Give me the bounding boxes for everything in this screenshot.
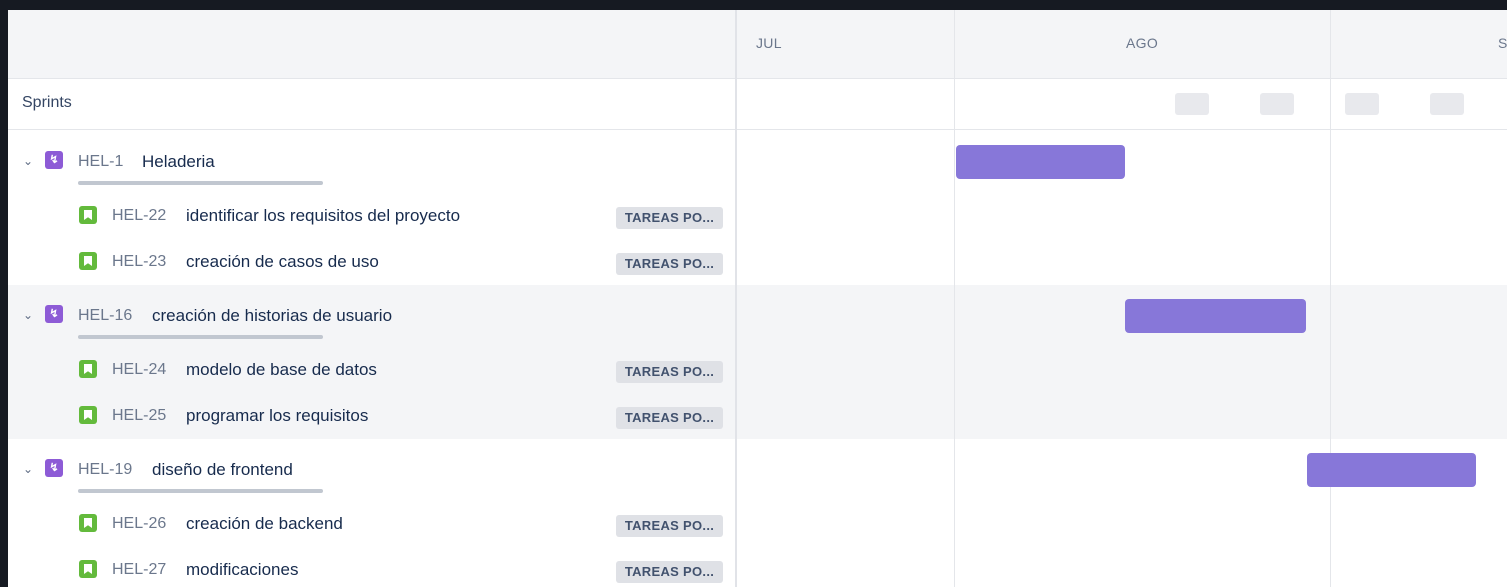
epic-timeline-bar[interactable]: [1307, 453, 1476, 487]
epic-key[interactable]: HEL-16: [78, 307, 132, 325]
sprint-marker[interactable]: [1175, 93, 1209, 115]
epic-timeline-bar[interactable]: [956, 145, 1125, 179]
story-title[interactable]: programar los requisitos: [186, 406, 368, 426]
story-title[interactable]: modificaciones: [186, 560, 298, 580]
epic-bolt-icon: ↯: [45, 151, 63, 169]
sprints-label: Sprints: [22, 94, 72, 111]
story-title[interactable]: identificar los requisitos del proyecto: [186, 206, 460, 226]
story-key[interactable]: HEL-25: [112, 407, 166, 425]
sprint-marker[interactable]: [1260, 93, 1294, 115]
month-divider: [1330, 10, 1331, 587]
epic-row[interactable]: ⌄ ↯ HEL-1 Heladeria: [8, 141, 735, 187]
story-key[interactable]: HEL-22: [112, 207, 166, 225]
month-divider: [954, 10, 955, 587]
roadmap-board: JUL AGO S Sprints ⌄ ↯ HEL-1 Heladeria HE…: [8, 10, 1507, 587]
story-title[interactable]: creación de backend: [186, 514, 343, 534]
epic-title[interactable]: creación de historias de usuario: [152, 306, 392, 326]
epic-progress-bar: [78, 181, 323, 185]
story-row[interactable]: HEL-25 programar los requisitos TAREAS P…: [8, 395, 735, 441]
status-badge[interactable]: TAREAS PO...: [616, 361, 723, 383]
chevron-down-icon[interactable]: ⌄: [20, 307, 36, 323]
story-row[interactable]: HEL-22 identificar los requisitos del pr…: [8, 195, 735, 241]
status-badge[interactable]: TAREAS PO...: [616, 407, 723, 429]
epic-key[interactable]: HEL-1: [78, 153, 123, 171]
epic-title[interactable]: diseño de frontend: [152, 460, 293, 480]
story-key[interactable]: HEL-24: [112, 361, 166, 379]
story-bookmark-icon: [79, 514, 97, 532]
story-row[interactable]: HEL-24 modelo de base de datos TAREAS PO…: [8, 349, 735, 395]
epic-title[interactable]: Heladeria: [142, 152, 215, 172]
epic-key[interactable]: HEL-19: [78, 461, 132, 479]
story-bookmark-icon: [79, 252, 97, 270]
month-ago: AGO: [1126, 35, 1159, 51]
status-badge[interactable]: TAREAS PO...: [616, 561, 723, 583]
list-timeline-divider[interactable]: [735, 10, 737, 587]
status-badge[interactable]: TAREAS PO...: [616, 515, 723, 537]
month-sep: S: [1498, 35, 1507, 51]
sprint-marker[interactable]: [1345, 93, 1379, 115]
story-bookmark-icon: [79, 560, 97, 578]
story-key[interactable]: HEL-26: [112, 515, 166, 533]
chevron-down-icon[interactable]: ⌄: [20, 153, 36, 169]
epic-row[interactable]: ⌄ ↯ HEL-19 diseño de frontend: [8, 449, 735, 495]
story-bookmark-icon: [79, 206, 97, 224]
epic-row[interactable]: ⌄ ↯ HEL-16 creación de historias de usua…: [8, 295, 735, 341]
status-badge[interactable]: TAREAS PO...: [616, 253, 723, 275]
story-bookmark-icon: [79, 360, 97, 378]
sprint-marker[interactable]: [1430, 93, 1464, 115]
story-row[interactable]: HEL-23 creación de casos de uso TAREAS P…: [8, 241, 735, 287]
story-key[interactable]: HEL-27: [112, 561, 166, 579]
story-row[interactable]: HEL-27 modificaciones TAREAS PO...: [8, 549, 735, 587]
epic-timeline-bar[interactable]: [1125, 299, 1306, 333]
epic-bolt-icon: ↯: [45, 459, 63, 477]
chevron-down-icon[interactable]: ⌄: [20, 461, 36, 477]
epic-progress-bar: [78, 489, 323, 493]
story-key[interactable]: HEL-23: [112, 253, 166, 271]
story-title[interactable]: modelo de base de datos: [186, 360, 377, 380]
story-bookmark-icon: [79, 406, 97, 424]
story-row[interactable]: HEL-26 creación de backend TAREAS PO...: [8, 503, 735, 549]
epic-bolt-icon: ↯: [45, 305, 63, 323]
story-title[interactable]: creación de casos de uso: [186, 252, 379, 272]
epic-progress-bar: [78, 335, 323, 339]
month-jul: JUL: [756, 35, 782, 51]
status-badge[interactable]: TAREAS PO...: [616, 207, 723, 229]
